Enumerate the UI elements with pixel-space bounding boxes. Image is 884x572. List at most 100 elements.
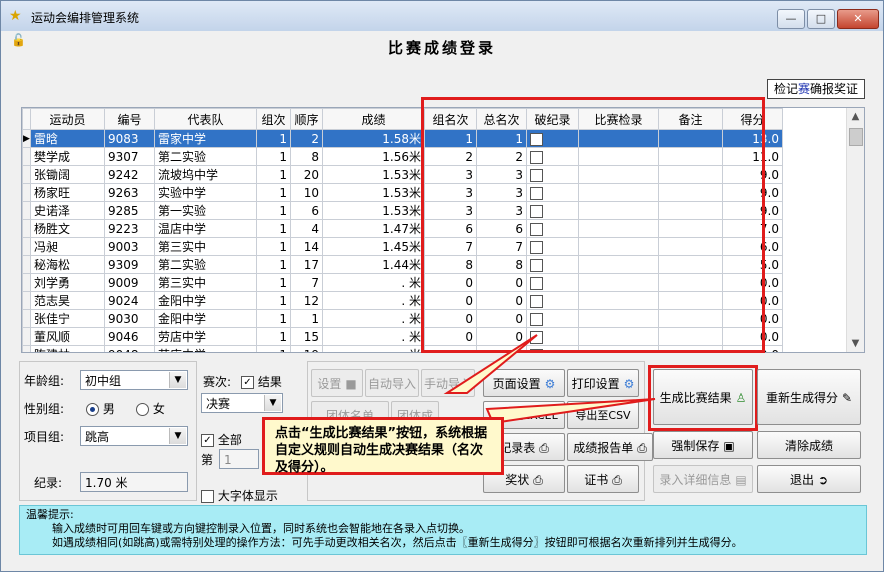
- cell-score[interactable]: 1.58米: [322, 129, 425, 148]
- cell-score[interactable]: 1.53米: [322, 165, 425, 184]
- cell-team[interactable]: 流坡坞中学: [154, 165, 257, 184]
- row-indicator[interactable]: [22, 255, 31, 274]
- row-indicator[interactable]: [22, 183, 31, 202]
- cell-athlete[interactable]: 张佳宁: [30, 309, 105, 328]
- row-indicator[interactable]: [22, 345, 31, 352]
- close-button[interactable]: ✕: [837, 9, 879, 29]
- row-indicator[interactable]: [22, 291, 31, 310]
- checkbox-icon[interactable]: [201, 490, 214, 503]
- cell-team[interactable]: 实验中学: [154, 183, 257, 202]
- row-indicator[interactable]: [22, 219, 31, 238]
- row-indicator[interactable]: [22, 147, 31, 166]
- maximize-button[interactable]: □: [807, 9, 835, 29]
- cell-score[interactable]: 1.53米: [322, 183, 425, 202]
- radio-selected-icon[interactable]: [86, 403, 99, 416]
- cell-group[interactable]: 1: [256, 183, 291, 202]
- record-field[interactable]: 1.70 米: [80, 472, 188, 492]
- cell-order[interactable]: 19: [290, 345, 323, 352]
- row-indicator[interactable]: [22, 201, 31, 220]
- header-team[interactable]: 代表队: [154, 108, 257, 130]
- settings-button[interactable]: 设置 ■: [311, 369, 363, 397]
- grid-scrollbar[interactable]: ▲ ▼: [846, 108, 864, 352]
- chevron-down-icon[interactable]: ▼: [169, 372, 186, 388]
- radio-icon[interactable]: [136, 403, 149, 416]
- row-indicator[interactable]: [22, 165, 31, 184]
- cell-score[interactable]: . 米: [322, 327, 425, 346]
- cell-number[interactable]: 9242: [104, 165, 155, 184]
- cell-number[interactable]: 9024: [104, 291, 155, 310]
- cell-athlete[interactable]: 冯昶: [30, 237, 105, 256]
- cell-number[interactable]: 9307: [104, 147, 155, 166]
- cell-athlete[interactable]: 董风顺: [30, 327, 105, 346]
- header-number[interactable]: 编号: [104, 108, 155, 130]
- cell-group[interactable]: 1: [256, 165, 291, 184]
- scroll-thumb[interactable]: [849, 128, 863, 146]
- cell-team[interactable]: 第二实验: [154, 255, 257, 274]
- certificate-button[interactable]: 证书 ⎙: [567, 465, 639, 493]
- cell-group[interactable]: 1: [256, 201, 291, 220]
- cell-number[interactable]: 9030: [104, 309, 155, 328]
- cell-group[interactable]: 1: [256, 273, 291, 292]
- cell-order[interactable]: 7: [290, 273, 323, 292]
- cell-team[interactable]: 第三实中: [154, 273, 257, 292]
- cell-order[interactable]: 14: [290, 237, 323, 256]
- scroll-down-icon[interactable]: ▼: [847, 335, 864, 352]
- regenerate-points-button[interactable]: 重新生成得分 ✎: [757, 369, 861, 425]
- force-save-button[interactable]: 强制保存 ▣: [653, 431, 753, 459]
- cell-order[interactable]: 20: [290, 165, 323, 184]
- header-athlete[interactable]: 运动员: [30, 108, 105, 130]
- chevron-down-icon[interactable]: ▼: [264, 395, 281, 411]
- cell-group[interactable]: 1: [256, 129, 291, 148]
- cell-number[interactable]: 9009: [104, 273, 155, 292]
- cell-order[interactable]: 8: [290, 147, 323, 166]
- cell-score[interactable]: 1.53米: [322, 201, 425, 220]
- cell-group[interactable]: 1: [256, 147, 291, 166]
- cell-number[interactable]: 9003: [104, 237, 155, 256]
- checkmark-icon[interactable]: ✓: [241, 376, 254, 389]
- cell-group[interactable]: 1: [256, 345, 291, 352]
- cell-group[interactable]: 1: [256, 327, 291, 346]
- cell-team[interactable]: 第二实验: [154, 147, 257, 166]
- cell-order[interactable]: 17: [290, 255, 323, 274]
- cell-order[interactable]: 12: [290, 291, 323, 310]
- header-order[interactable]: 顺序: [290, 108, 323, 130]
- header-group[interactable]: 组次: [256, 108, 291, 130]
- cell-team[interactable]: 劳店中学: [154, 345, 257, 352]
- cell-athlete[interactable]: 陈建林: [30, 345, 105, 352]
- cell-group[interactable]: 1: [256, 291, 291, 310]
- gender-female-radio[interactable]: 女: [136, 400, 165, 417]
- clear-results-button[interactable]: 清除成绩: [757, 431, 861, 459]
- cell-group[interactable]: 1: [256, 309, 291, 328]
- cell-team[interactable]: 温店中学: [154, 219, 257, 238]
- cell-number[interactable]: 9223: [104, 219, 155, 238]
- cell-athlete[interactable]: 雷晗: [30, 129, 105, 148]
- cell-number[interactable]: 9048: [104, 345, 155, 352]
- cell-number[interactable]: 9046: [104, 327, 155, 346]
- cell-team[interactable]: 第三实中: [154, 237, 257, 256]
- cell-order[interactable]: 10: [290, 183, 323, 202]
- cell-athlete[interactable]: 杨家旺: [30, 183, 105, 202]
- cell-group[interactable]: 1: [256, 219, 291, 238]
- cell-athlete[interactable]: 范志昊: [30, 291, 105, 310]
- cell-athlete[interactable]: 秘海松: [30, 255, 105, 274]
- round-select[interactable]: 决赛 ▼: [201, 393, 283, 413]
- cell-number[interactable]: 9083: [104, 129, 155, 148]
- cell-score[interactable]: 1.44米: [322, 255, 425, 274]
- cell-score[interactable]: . 米: [322, 291, 425, 310]
- minimize-button[interactable]: —: [777, 9, 805, 29]
- cell-score[interactable]: . 米: [322, 273, 425, 292]
- cell-order[interactable]: 2: [290, 129, 323, 148]
- auto-import-button[interactable]: 自动导入: [365, 369, 419, 397]
- cell-score[interactable]: . 米: [322, 309, 425, 328]
- row-indicator[interactable]: [22, 327, 31, 346]
- page-spinner[interactable]: 1: [219, 449, 259, 469]
- cell-score[interactable]: 1.56米: [322, 147, 425, 166]
- cell-athlete[interactable]: 张锄阔: [30, 165, 105, 184]
- cell-team[interactable]: 金阳中学: [154, 291, 257, 310]
- age-select[interactable]: 初中组 ▼: [80, 370, 188, 390]
- chevron-down-icon[interactable]: ▼: [169, 428, 186, 444]
- page-setup-button[interactable]: 页面设置 ⚙: [483, 369, 565, 397]
- cell-score[interactable]: 1.45米: [322, 237, 425, 256]
- row-indicator[interactable]: [22, 237, 31, 256]
- check-award-button[interactable]: 检记赛确报奖证: [767, 79, 865, 99]
